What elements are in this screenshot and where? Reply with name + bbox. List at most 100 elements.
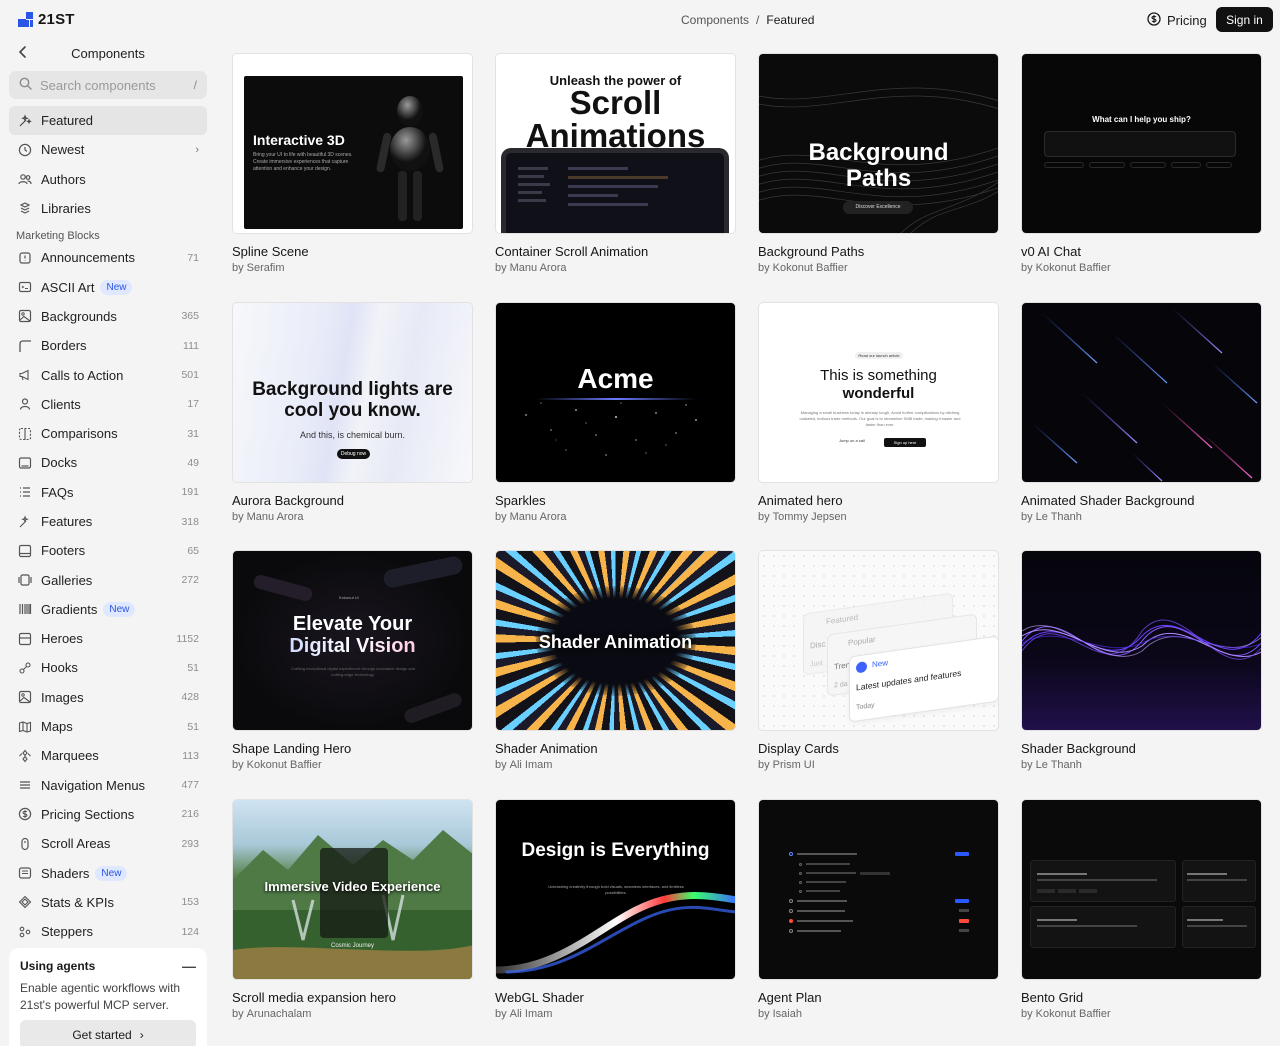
sidebar-item-footers[interactable]: Footers 65 — [9, 536, 207, 565]
sidebar-item-newest[interactable]: Newest › — [9, 135, 207, 164]
sign-in-button[interactable]: Sign in — [1216, 7, 1273, 32]
sidebar-item-comparisons[interactable]: Comparisons 31 — [9, 419, 207, 448]
component-card[interactable]: Immersive Video Experience Cosmic Journe… — [232, 798, 473, 1046]
sidebar-item-announcements[interactable]: Announcements 71 — [9, 243, 207, 272]
component-card[interactable]: What can I help you ship? v0 AI Chat by K… — [1021, 53, 1262, 302]
component-card[interactable]: Background lights are cool you know. And… — [232, 301, 473, 551]
sidebar-item-featured[interactable]: Featured — [9, 106, 207, 136]
card-thumbnail: Featured Disc Just Popular Tren 2 da New… — [758, 550, 999, 731]
list-icon — [18, 485, 32, 499]
sidebar-item-galleries[interactable]: Galleries 272 — [9, 565, 207, 594]
card-author-prefix: by — [1021, 759, 1033, 771]
thumb-heading: Background lights are cool you know. — [252, 378, 453, 421]
component-card[interactable]: Shader Animation Shader Animation by Ali … — [495, 550, 736, 799]
card-author-prefix: by — [1021, 262, 1033, 274]
sidebar-item-label: Stats & KPIs — [41, 894, 114, 910]
sidebar-item-label: Clients — [41, 396, 81, 412]
component-card[interactable]: Bento Grid by Kokonut Baffier — [1021, 798, 1262, 1046]
sidebar-item-shaders[interactable]: Shaders New — [9, 858, 207, 887]
item-count: 31 — [187, 427, 199, 440]
component-card[interactable]: Kokonut UI Elevate Your Digital Vision C… — [232, 550, 473, 799]
component-card[interactable]: Featured Disc Just Popular Tren 2 da New… — [758, 550, 999, 799]
sidebar-item-pricing-sections[interactable]: Pricing Sections 216 — [9, 800, 207, 829]
component-card[interactable]: Acme Sparkles by Manu Arora — [495, 301, 736, 551]
sidebar-item-navigation-menus[interactable]: Navigation Menus 477 — [9, 771, 207, 800]
get-started-label: Get started — [72, 1027, 132, 1042]
dollar-circle-icon — [1147, 12, 1161, 29]
sidebar-item-borders[interactable]: Borders 111 — [9, 331, 207, 360]
card-title: Container Scroll Animation — [495, 244, 649, 259]
item-count: 17 — [187, 398, 199, 411]
thumb-subtext: And this, is chemical burn. — [299, 429, 406, 440]
item-count: 49 — [187, 456, 199, 469]
search-input[interactable] — [40, 77, 186, 93]
component-card[interactable]: Animated Shader Background by Le Thanh — [1021, 301, 1262, 551]
shader-streaks-decoration — [1031, 307, 1258, 481]
bento-tile — [1030, 859, 1176, 902]
item-count: 51 — [187, 720, 199, 733]
sidebar-item-clients[interactable]: Clients 17 — [9, 390, 207, 419]
sidebar-item-faqs[interactable]: FAQs 191 — [9, 478, 207, 507]
sidebar-item-authors[interactable]: Authors — [9, 165, 207, 194]
card-author: by Ali Imam — [495, 1008, 736, 1020]
item-count: 51 — [187, 661, 199, 674]
thumb-heading: Scroll Animations — [525, 84, 706, 154]
component-card[interactable]: Design is Everything Unleashing creativi… — [495, 798, 736, 1046]
sidebar-item-hooks[interactable]: Hooks 51 — [9, 653, 207, 682]
thumb-heading: What can I help you ship? — [1092, 115, 1191, 124]
sidebar-item-label: Comparisons — [41, 426, 118, 442]
sparkles-icon — [18, 114, 32, 128]
item-count: 191 — [181, 486, 199, 499]
map-icon — [18, 720, 32, 734]
item-count: 501 — [181, 369, 199, 382]
item-count: 293 — [181, 837, 199, 850]
card-author-name: Le Thanh — [1035, 510, 1082, 523]
bento-tile — [1030, 905, 1176, 948]
display-card-1-peek-2: Just — [810, 659, 823, 669]
item-count: 113 — [182, 749, 199, 762]
sidebar-item-label: Features — [41, 514, 93, 529]
thumb-button: Discover Excellence — [843, 201, 913, 214]
breadcrumb-components[interactable]: Components — [681, 13, 749, 27]
collapse-icon[interactable]: — — [182, 958, 196, 974]
sparkles-icon — [18, 514, 32, 529]
card-author: by Kokonut Baffier — [758, 262, 999, 274]
sidebar-item-marquees[interactable]: Marquees 113 — [9, 741, 207, 770]
card-author: by Kokonut Baffier — [232, 759, 473, 771]
sidebar-item-images[interactable]: Images 428 — [9, 683, 207, 712]
sidebar-item-backgrounds[interactable]: Backgrounds 365 — [9, 302, 207, 331]
sidebar-item-libraries[interactable]: Libraries — [9, 194, 207, 223]
brand-logo[interactable]: 21ST — [18, 11, 75, 28]
sidebar-item-docks[interactable]: Docks 49 — [9, 448, 207, 477]
sidebar-item-label: Images — [41, 689, 84, 705]
component-card[interactable]: Agent Plan by Isaiah — [758, 798, 999, 1046]
sidebar-item-label: Backgrounds — [41, 308, 117, 324]
component-card[interactable]: Read our launch article This is somethin… — [758, 301, 999, 551]
sidebar-item-label: Featured — [41, 113, 94, 129]
card-author-prefix: by — [232, 262, 244, 274]
card-author-name: Isaiah — [772, 1007, 802, 1020]
component-card[interactable]: Unleash the power of Scroll Animations C… — [495, 53, 736, 302]
new-badge: New — [103, 601, 136, 617]
sidebar-item-scroll-areas[interactable]: Scroll Areas 293 — [9, 829, 207, 858]
component-card[interactable]: Shader Background by Le Thanh — [1021, 550, 1262, 799]
component-card[interactable]: Background Paths Discover Excellence Bac… — [758, 53, 999, 302]
sidebar-item-heroes[interactable]: Heroes 1152 — [9, 624, 207, 653]
sidebar-item-label: Pricing Sections — [41, 806, 135, 822]
card-author-prefix: by — [232, 510, 244, 523]
card-author-prefix: by — [758, 510, 770, 523]
stats-icon — [18, 895, 32, 909]
pricing-link[interactable]: Pricing — [1147, 12, 1207, 29]
card-author-name: Kokonut Baffier — [772, 262, 848, 274]
sidebar-item-maps[interactable]: Maps 51 — [9, 712, 207, 741]
sidebar-item-gradients[interactable]: Gradients New — [9, 595, 207, 624]
sidebar-item-ascii-art[interactable]: ASCII Art New — [9, 272, 207, 301]
sidebar-nav: Featured Newest › Authors Libraries Mark… — [9, 106, 207, 946]
get-started-button[interactable]: Get started › — [20, 1020, 196, 1046]
sidebar-item-features[interactable]: Features 318 — [9, 507, 207, 536]
search-box[interactable]: / — [9, 71, 207, 99]
component-card[interactable]: Interactive 3D Bring your UI to life wit… — [232, 53, 473, 302]
sidebar-item-calls-to-action[interactable]: Calls to Action 501 — [9, 360, 207, 389]
sidebar-item-steppers[interactable]: Steppers 124 — [9, 917, 207, 946]
sidebar-item-stats-kpis[interactable]: Stats & KPIs 153 — [9, 888, 207, 917]
